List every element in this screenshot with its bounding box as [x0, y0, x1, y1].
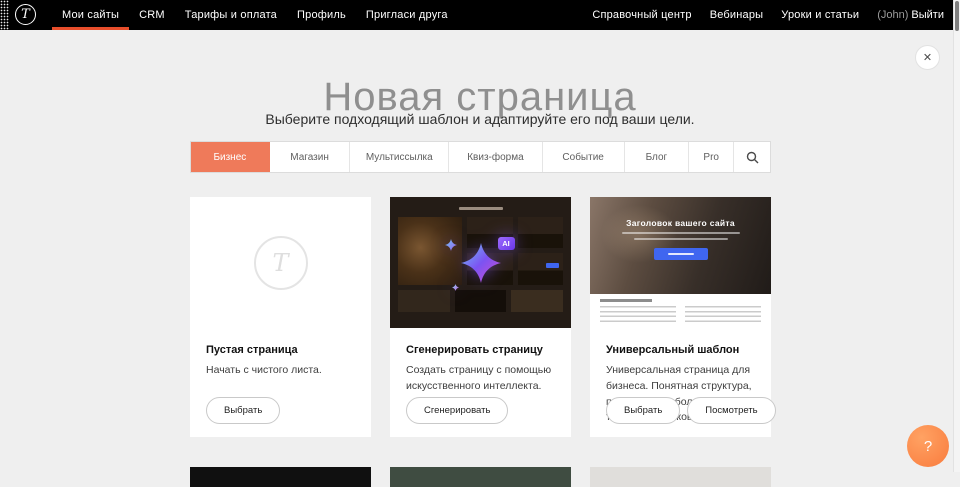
sparkle-star-icon	[461, 243, 501, 283]
card-body: Сгенерировать страницу Создать страницу …	[390, 328, 571, 395]
tilda-logo-letter: T	[21, 8, 30, 21]
close-icon: ✕	[923, 51, 932, 64]
texture-decoration	[0, 0, 9, 30]
top-navbar: T Мои сайты CRM Тарифы и оплата Профиль …	[0, 0, 960, 30]
navbar-left-menu: Мои сайты CRM Тарифы и оплата Профиль Пр…	[52, 0, 458, 30]
template-card-universal: Заголовок вашего сайта Универсальный шаб…	[590, 197, 771, 437]
navbar-right-menu: Справочный центр Вебинары Уроки и статьи…	[583, 0, 960, 30]
preview-paragraph-heading	[600, 299, 652, 302]
choose-button[interactable]: Выбрать	[606, 397, 680, 424]
current-user-label[interactable]: (John)	[868, 9, 908, 21]
card-title: Сгенерировать страницу	[406, 344, 555, 356]
nav-item-profile[interactable]: Профиль	[287, 0, 356, 30]
nav-item-help-center[interactable]: Справочный центр	[583, 9, 700, 21]
question-mark-icon: ?	[924, 438, 932, 455]
watermark-circle: T	[254, 236, 308, 290]
tab-quiz-form[interactable]: Квиз-форма	[449, 142, 543, 172]
template-card-partial[interactable]	[590, 467, 771, 487]
card-description: Создать страницу с помощью искусственног…	[406, 363, 555, 395]
template-card-partial[interactable]	[190, 467, 371, 487]
tab-shop[interactable]: Магазин	[270, 142, 351, 172]
template-card-blank: T Пустая страница Начать с чистого листа…	[190, 197, 371, 437]
scrollbar-thumb[interactable]	[955, 1, 959, 31]
tilda-logo[interactable]: T	[15, 4, 36, 25]
card-body: Пустая страница Начать с чистого листа.	[190, 328, 371, 379]
watermark: T	[190, 197, 371, 328]
card-actions: Выбрать	[206, 397, 280, 424]
card-actions: Выбрать Посмотреть	[606, 397, 776, 424]
nav-item-lessons[interactable]: Уроки и статьи	[772, 9, 868, 21]
close-button[interactable]: ✕	[915, 45, 940, 70]
tab-search[interactable]	[734, 142, 770, 172]
tab-event[interactable]: Событие	[543, 142, 625, 172]
preview-text-column	[600, 306, 676, 323]
nav-item-invite[interactable]: Пригласи друга	[356, 0, 458, 30]
card-title: Пустая страница	[206, 344, 355, 356]
card-actions: Сгенерировать	[406, 397, 508, 424]
search-icon	[746, 151, 759, 164]
template-grid: T Пустая страница Начать с чистого листа…	[190, 197, 771, 437]
nav-item-crm[interactable]: CRM	[129, 0, 175, 30]
card-description: Начать с чистого листа.	[206, 363, 355, 379]
template-card-partial[interactable]	[390, 467, 571, 487]
tab-multilink[interactable]: Мультиссылка	[350, 142, 449, 172]
nav-item-pricing[interactable]: Тарифы и оплата	[175, 0, 287, 30]
blank-page-preview: T	[190, 197, 371, 328]
generate-button[interactable]: Сгенерировать	[406, 397, 508, 424]
ai-sparkle-overlay: AI	[390, 197, 571, 328]
page-subtitle: Выберите подходящий шаблон и адаптируйте…	[0, 111, 960, 127]
help-button[interactable]: ?	[907, 425, 949, 467]
ai-template-preview: AI	[390, 197, 571, 328]
template-grid-row-2	[190, 467, 771, 487]
tab-pro[interactable]: Pro	[689, 142, 734, 172]
preview-cta-button	[654, 248, 708, 260]
nav-item-my-sites[interactable]: Мои сайты	[52, 0, 129, 30]
template-card-ai-generate: AI Сгенерировать страницу Создать страни…	[390, 197, 571, 437]
universal-template-preview: Заголовок вашего сайта	[590, 197, 771, 328]
logout-link[interactable]: Выйти	[908, 9, 944, 21]
preview-site-heading: Заголовок вашего сайта	[626, 218, 735, 228]
ai-sparkle-icon: AI	[461, 243, 501, 283]
tab-blog[interactable]: Блог	[625, 142, 690, 172]
tilda-watermark-letter: T	[272, 249, 288, 277]
card-title: Универсальный шаблон	[606, 344, 755, 356]
sparkle-small-icon	[445, 239, 457, 251]
preview-hero-section: Заголовок вашего сайта	[590, 197, 771, 294]
ai-badge: AI	[498, 237, 515, 250]
preview-text-line	[634, 238, 728, 240]
vertical-scrollbar	[953, 0, 960, 472]
choose-button[interactable]: Выбрать	[206, 397, 280, 424]
preview-text-section	[590, 294, 771, 328]
preview-button[interactable]: Посмотреть	[687, 397, 775, 424]
sparkle-tiny-icon	[452, 284, 459, 291]
preview-text-column	[685, 306, 761, 323]
preview-text-line	[622, 232, 740, 234]
preview-paragraph-columns	[600, 306, 761, 323]
tab-business[interactable]: Бизнес	[191, 142, 270, 172]
nav-item-webinars[interactable]: Вебинары	[701, 9, 773, 21]
template-category-tabs: Бизнес Магазин Мультиссылка Квиз-форма С…	[190, 141, 771, 173]
